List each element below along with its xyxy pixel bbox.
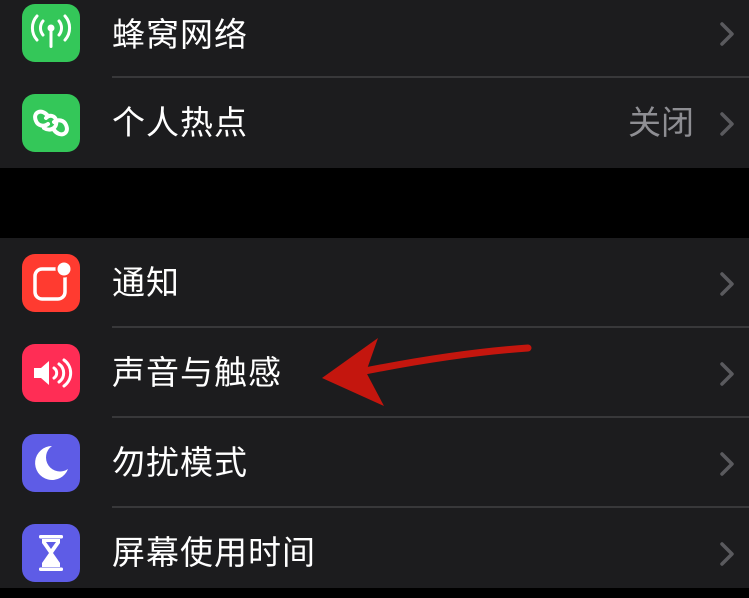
cellular-row[interactable]: 蜂窝网络 xyxy=(0,0,749,78)
personal-hotspot-label: 个人热点 xyxy=(112,103,248,142)
chevron-right-icon xyxy=(720,22,734,46)
system-settings-group: 通知 声音与触感 勿扰模式 屏幕使用时间 xyxy=(0,238,749,588)
cellular-label: 蜂窝网络 xyxy=(112,15,248,54)
moon-icon xyxy=(22,434,80,492)
sounds-haptics-row[interactable]: 声音与触感 xyxy=(0,328,749,418)
sounds-haptics-label: 声音与触感 xyxy=(112,353,282,392)
link-chain-icon xyxy=(22,94,80,152)
screen-time-row[interactable]: 屏幕使用时间 xyxy=(0,508,749,598)
chevron-right-icon xyxy=(720,112,734,136)
speaker-icon xyxy=(22,344,80,402)
chevron-right-icon xyxy=(720,452,734,476)
chevron-right-icon xyxy=(720,542,734,566)
antenna-icon xyxy=(22,4,80,62)
network-settings-group: 蜂窝网络 个人热点 关闭 xyxy=(0,0,749,168)
chevron-right-icon xyxy=(720,272,734,296)
notifications-row[interactable]: 通知 xyxy=(0,238,749,328)
personal-hotspot-status: 关闭 xyxy=(628,103,694,142)
screen-time-label: 屏幕使用时间 xyxy=(112,533,316,572)
personal-hotspot-row[interactable]: 个人热点 关闭 xyxy=(0,78,749,168)
notifications-label: 通知 xyxy=(112,263,180,302)
do-not-disturb-row[interactable]: 勿扰模式 xyxy=(0,418,749,508)
hourglass-icon xyxy=(22,524,80,582)
chevron-right-icon xyxy=(720,362,734,386)
notification-icon xyxy=(22,254,80,312)
do-not-disturb-label: 勿扰模式 xyxy=(112,443,248,482)
